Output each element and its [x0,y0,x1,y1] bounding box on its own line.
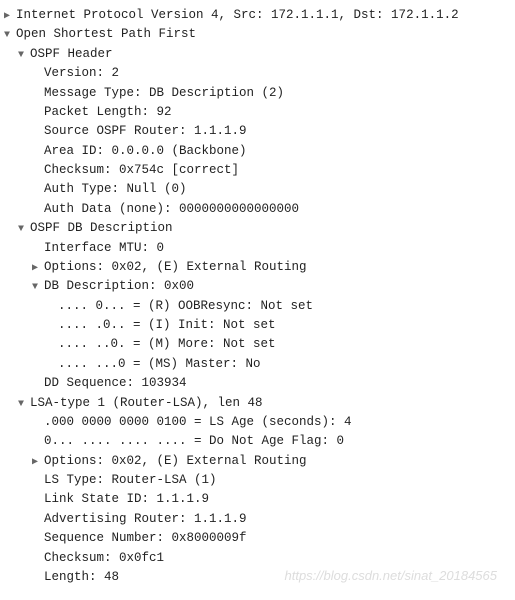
tree-row[interactable]: • LS Type: Router-LSA (1) [4,471,511,490]
spacer-icon: • [46,300,58,316]
field-text: Source OSPF Router: 1.1.1.9 [44,122,247,141]
field-text: LS Type: Router-LSA (1) [44,471,217,490]
field-text: OSPF Header [30,45,113,64]
field-text: 0... .... .... .... = Do Not Age Flag: 0 [44,432,344,451]
tree-row[interactable]: • Message Type: DB Description (2) [4,84,511,103]
tree-row[interactable]: • Auth Data (none): 0000000000000000 [4,200,511,219]
field-text: Version: 2 [44,64,119,83]
spacer-icon: • [32,203,44,219]
tree-row[interactable]: • .... ...0 = (MS) Master: No [4,355,511,374]
field-text: Advertising Router: 1.1.1.9 [44,510,247,529]
tree-row[interactable]: • Link State ID: 1.1.1.9 [4,490,511,509]
spacer-icon: • [32,164,44,180]
field-text: Open Shortest Path First [16,25,196,44]
tree-row[interactable]: • DD Sequence: 103934 [4,374,511,393]
spacer-icon: • [32,242,44,258]
chevron-down-icon[interactable]: ▼ [18,397,30,413]
field-text: .... 0... = (R) OOBResync: Not set [58,297,313,316]
spacer-icon: • [46,319,58,335]
tree-row-ipv4[interactable]: ▶ Internet Protocol Version 4, Src: 172.… [4,6,511,25]
field-text: Message Type: DB Description (2) [44,84,284,103]
spacer-icon: • [32,493,44,509]
spacer-icon: • [32,435,44,451]
tree-row[interactable]: • Packet Length: 92 [4,103,511,122]
field-text: .... ...0 = (MS) Master: No [58,355,261,374]
field-text: DD Sequence: 103934 [44,374,187,393]
spacer-icon: • [32,125,44,141]
tree-row[interactable]: • Interface MTU: 0 [4,239,511,258]
tree-row[interactable]: • Checksum: 0x754c [correct] [4,161,511,180]
tree-row[interactable]: • Advertising Router: 1.1.1.9 [4,510,511,529]
spacer-icon: • [32,532,44,548]
field-text: Checksum: 0x0fc1 [44,549,164,568]
field-text: Interface MTU: 0 [44,239,164,258]
field-text: Link State ID: 1.1.1.9 [44,490,209,509]
tree-row-options[interactable]: ▶ Options: 0x02, (E) External Routing [4,258,511,277]
field-text: Internet Protocol Version 4, Src: 172.1.… [16,6,459,25]
spacer-icon: • [46,338,58,354]
tree-row-options[interactable]: ▶ Options: 0x02, (E) External Routing [4,452,511,471]
chevron-right-icon[interactable]: ▶ [32,261,44,277]
tree-row[interactable]: • Sequence Number: 0x8000009f [4,529,511,548]
field-text: Options: 0x02, (E) External Routing [44,258,307,277]
spacer-icon: • [46,358,58,374]
spacer-icon: • [32,571,44,587]
spacer-icon: • [32,474,44,490]
field-text: DB Description: 0x00 [44,277,194,296]
field-text: LSA-type 1 (Router-LSA), len 48 [30,394,263,413]
tree-row[interactable]: • Length: 48 [4,568,511,587]
tree-row[interactable]: • Version: 2 [4,64,511,83]
field-text: .... .0.. = (I) Init: Not set [58,316,276,335]
chevron-down-icon[interactable]: ▼ [4,28,16,44]
field-text: Options: 0x02, (E) External Routing [44,452,307,471]
tree-row[interactable]: • 0... .... .... .... = Do Not Age Flag:… [4,432,511,451]
field-text: Packet Length: 92 [44,103,172,122]
tree-row-db-description[interactable]: ▼ DB Description: 0x00 [4,277,511,296]
field-text: OSPF DB Description [30,219,173,238]
tree-row[interactable]: • Area ID: 0.0.0.0 (Backbone) [4,142,511,161]
spacer-icon: • [32,416,44,432]
chevron-down-icon[interactable]: ▼ [32,280,44,296]
tree-row[interactable]: • .... .0.. = (I) Init: Not set [4,316,511,335]
field-text: Auth Data (none): 0000000000000000 [44,200,299,219]
tree-row[interactable]: • .... 0... = (R) OOBResync: Not set [4,297,511,316]
spacer-icon: • [32,513,44,529]
chevron-right-icon[interactable]: ▶ [32,455,44,471]
field-text: .... ..0. = (M) More: Not set [58,335,276,354]
field-text: Sequence Number: 0x8000009f [44,529,247,548]
spacer-icon: • [32,106,44,122]
chevron-down-icon[interactable]: ▼ [18,48,30,64]
field-text: Auth Type: Null (0) [44,180,187,199]
field-text: .000 0000 0000 0100 = LS Age (seconds): … [44,413,352,432]
chevron-down-icon[interactable]: ▼ [18,222,30,238]
spacer-icon: • [32,145,44,161]
spacer-icon: • [32,377,44,393]
spacer-icon: • [32,67,44,83]
field-text: Checksum: 0x754c [correct] [44,161,239,180]
field-text: Area ID: 0.0.0.0 (Backbone) [44,142,247,161]
tree-row[interactable]: • Auth Type: Null (0) [4,180,511,199]
tree-row-ospf[interactable]: ▼ Open Shortest Path First [4,25,511,44]
chevron-right-icon[interactable]: ▶ [4,9,16,25]
field-text: Length: 48 [44,568,119,587]
tree-row[interactable]: • .000 0000 0000 0100 = LS Age (seconds)… [4,413,511,432]
tree-row[interactable]: • Checksum: 0x0fc1 [4,549,511,568]
spacer-icon: • [32,183,44,199]
tree-row-ospf-db-desc[interactable]: ▼ OSPF DB Description [4,219,511,238]
spacer-icon: • [32,87,44,103]
tree-row-ospf-header[interactable]: ▼ OSPF Header [4,45,511,64]
spacer-icon: • [32,552,44,568]
tree-row-lsa[interactable]: ▼ LSA-type 1 (Router-LSA), len 48 [4,394,511,413]
tree-row[interactable]: • Source OSPF Router: 1.1.1.9 [4,122,511,141]
tree-row[interactable]: • .... ..0. = (M) More: Not set [4,335,511,354]
